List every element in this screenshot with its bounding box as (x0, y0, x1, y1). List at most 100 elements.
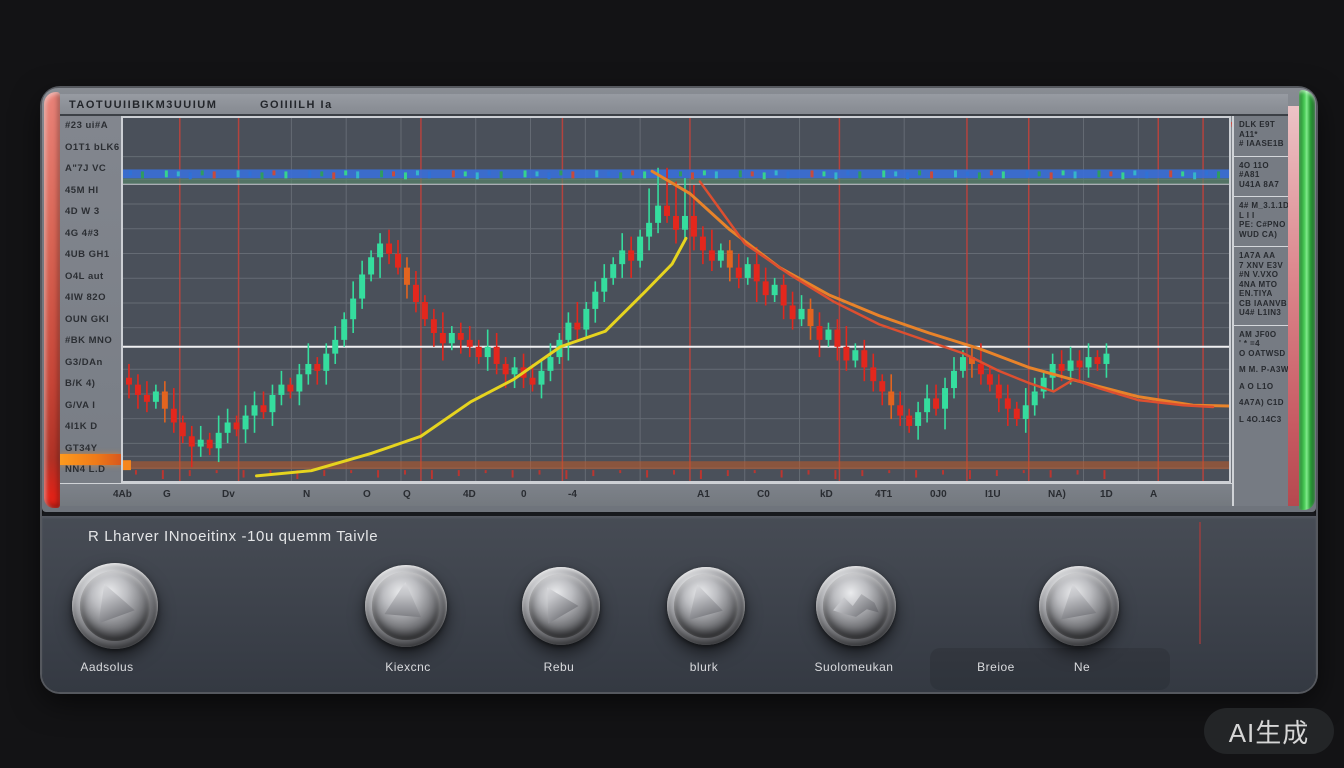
price-tick-label: O1T1 bLK6 (65, 142, 120, 153)
ai-watermark-text: AI生成 (1229, 713, 1310, 750)
candle (825, 330, 831, 340)
candle (619, 250, 625, 264)
candle (852, 350, 858, 360)
candle (897, 405, 903, 415)
candle (673, 216, 679, 230)
time-tick-label: N (303, 489, 310, 500)
candle (225, 422, 231, 432)
candle (252, 405, 258, 415)
price-tick-label: #BK MNO (65, 335, 112, 346)
candle (323, 354, 329, 371)
price-axis: #23 ui#AO1T1 bLK6A"7J VC45M HI4D W 34G 4… (59, 116, 121, 483)
candle (476, 347, 482, 357)
candle (942, 388, 948, 409)
candle (879, 381, 885, 391)
chart-plate: TAOTUUIIBIKM3UUIUM GOIIIILH Ia ▴K ■ ■A—J… (42, 88, 1316, 512)
price-tick-label: A"7J VC (65, 163, 106, 174)
candle (162, 392, 168, 409)
candle (1023, 405, 1029, 419)
chart-title-main: TAOTUUIIBIKM3UUIUM (69, 99, 217, 111)
time-tick-label: O (363, 489, 371, 500)
knob-button-suolomeukan[interactable] (816, 566, 896, 646)
time-tick-label: 0 (521, 489, 527, 500)
candle (655, 206, 661, 223)
knob-button-rebu[interactable] (522, 567, 600, 645)
knob-button-kiexcnc[interactable] (365, 565, 447, 647)
candle (422, 302, 428, 319)
time-axis: 4AbGDvNOQ4D0-4A1C0kD4T10J0I1UNA)1DA (59, 483, 1288, 506)
candle (790, 305, 796, 319)
quote-block: 4O 11O#A81U41A 8A7 (1239, 161, 1285, 190)
candle (718, 250, 724, 260)
knob-button-blurk[interactable] (667, 567, 745, 645)
quote-block: A O L1O (1239, 382, 1285, 392)
time-tick-label: I1U (985, 489, 1001, 500)
candle (843, 347, 849, 361)
plot-svg (123, 118, 1229, 481)
quote-separator (1234, 325, 1288, 326)
quote-block: M M. P-A3W (1239, 365, 1285, 375)
price-tick-label: #23 ui#A (65, 120, 108, 131)
candle (754, 264, 760, 281)
candle (171, 409, 177, 423)
price-tick-label: B/K 4) (65, 378, 95, 389)
knob-button-aadsolus[interactable] (72, 563, 158, 649)
candle (637, 237, 643, 261)
knob-button-ne[interactable] (1039, 566, 1119, 646)
candle (987, 374, 993, 384)
candle (816, 326, 822, 340)
candle (440, 333, 446, 343)
candle (924, 398, 930, 412)
candle (906, 416, 912, 426)
price-tick-label: 4UB GH1 (65, 249, 110, 260)
trading-appliance-panel: TAOTUUIIBIKM3UUIUM GOIIIILH Ia ▴K ■ ■A—J… (42, 88, 1316, 692)
knob-label-rebu: Rebu (544, 660, 575, 674)
candle (350, 299, 356, 320)
price-tick-label: 4G 4#3 (65, 228, 99, 239)
candle (763, 281, 769, 295)
candle (126, 378, 132, 385)
candle (1077, 361, 1083, 368)
time-tick-label: -4 (568, 489, 577, 500)
candle (1005, 398, 1011, 408)
candle (1032, 392, 1038, 406)
deck-label-backdrop (930, 648, 1170, 690)
price-tick-label: O4L aut (65, 271, 104, 282)
candle (359, 274, 365, 298)
time-tick-label: Q (403, 489, 411, 500)
candle (153, 392, 159, 402)
left-red-bar (44, 92, 60, 508)
time-tick-label: 0J0 (930, 489, 947, 500)
candle (547, 357, 553, 371)
candle (1014, 409, 1020, 419)
candle (296, 374, 302, 391)
candle (144, 395, 150, 402)
quote-block: 4# M_3.1.1DL I IPE: C#PNOWUD CA) (1239, 201, 1285, 239)
price-tick-label: G/VA I (65, 400, 95, 411)
candle (512, 367, 518, 374)
candle (736, 268, 742, 278)
candle (781, 285, 787, 306)
candle (727, 250, 733, 267)
candle (530, 378, 536, 385)
control-deck: R Lharver INnoeitinx -10u quemm Taivle A… (42, 512, 1316, 692)
time-tick-label: A1 (697, 489, 710, 500)
candle (413, 285, 419, 302)
time-tick-label: 4Ab (113, 489, 132, 500)
right-green-bar (1299, 90, 1315, 510)
right-pink-stripe (1288, 106, 1299, 506)
candle (243, 416, 249, 430)
candle (565, 323, 571, 340)
quote-block: L 4O.14C3 (1239, 415, 1285, 425)
candle (700, 237, 706, 251)
candle (207, 440, 213, 449)
candlestick-plot[interactable] (121, 116, 1231, 483)
candle (574, 323, 580, 330)
price-tick-label: G3/DAn (65, 357, 103, 368)
candle (808, 309, 814, 326)
candle (610, 264, 616, 278)
candle (216, 433, 222, 448)
chart-title: TAOTUUIIBIKM3UUIUM GOIIIILH Ia (69, 99, 333, 111)
price-tick-label: 45M HI (65, 185, 99, 196)
candle (189, 436, 195, 446)
